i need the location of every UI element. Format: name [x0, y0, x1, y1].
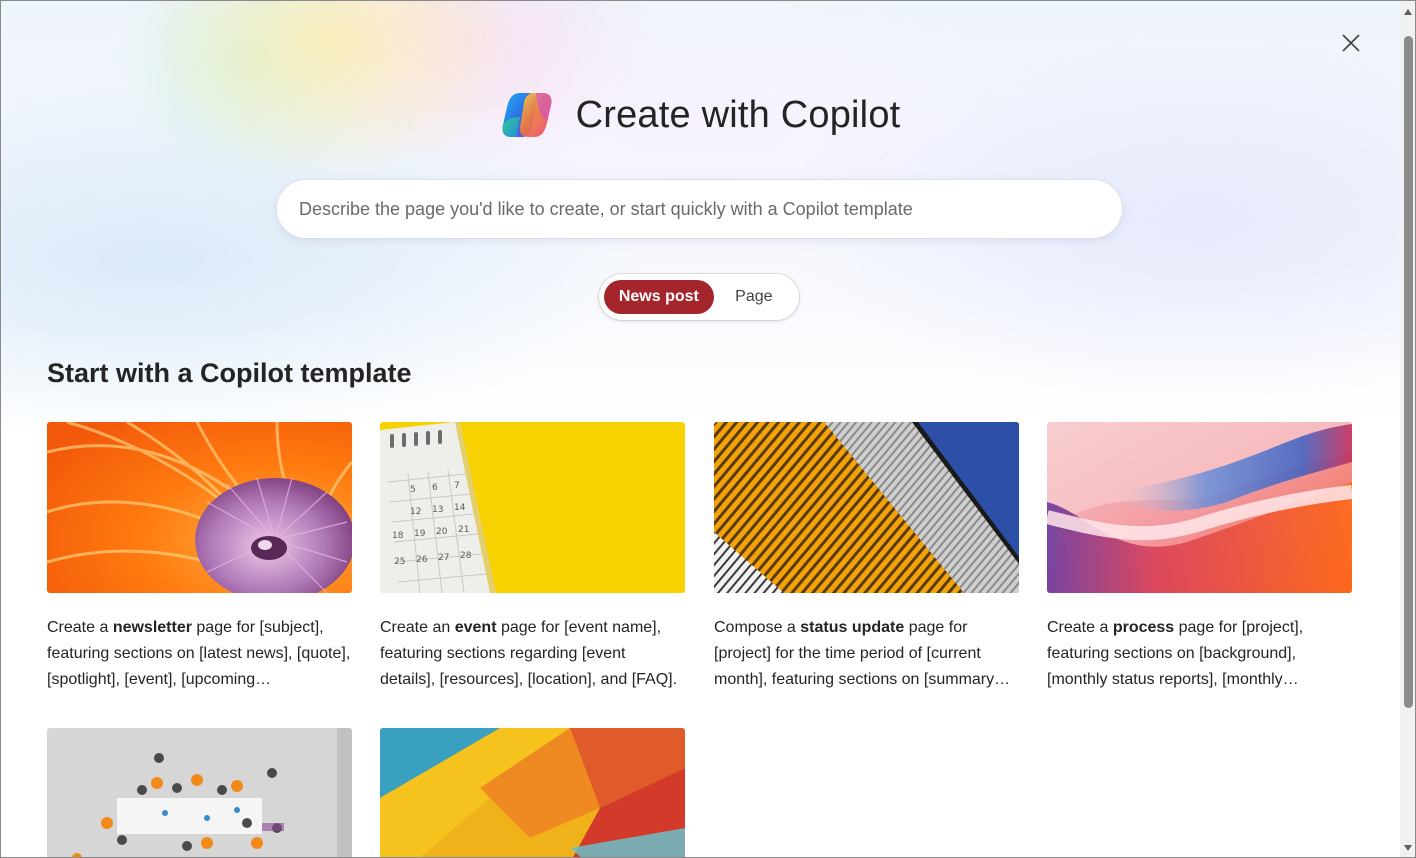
svg-text:7: 7 — [454, 481, 460, 491]
abstract-waves-image — [1047, 422, 1352, 593]
svg-text:27: 27 — [438, 553, 449, 563]
copilot-logo-icon — [502, 93, 552, 137]
dialog-header: Create with Copilot — [1, 85, 1399, 145]
calendar-on-yellow-image: 5 6 7 12 13 14 18 19 20 21 25 26 27 28 — [380, 422, 685, 593]
templates-heading: Start with a Copilot template — [47, 358, 412, 388]
scroll-down-button[interactable] — [1400, 840, 1415, 856]
template-card-process[interactable]: Create a process page for [project], fea… — [1047, 422, 1352, 693]
svg-text:26: 26 — [416, 555, 428, 565]
prompt-box — [277, 180, 1122, 238]
template-description: Create a newsletter page for [subject], … — [47, 619, 351, 688]
svg-text:28: 28 — [460, 551, 472, 561]
toggle-page[interactable]: Page — [714, 280, 794, 314]
colorful-geometric-image — [380, 728, 685, 857]
close-button[interactable] — [1337, 29, 1365, 57]
svg-text:20: 20 — [436, 527, 448, 537]
scroll-up-button[interactable] — [1400, 4, 1415, 20]
prompt-input[interactable] — [277, 180, 1122, 238]
dialog-title: Create with Copilot — [575, 93, 901, 136]
close-icon — [1342, 34, 1360, 52]
svg-text:6: 6 — [432, 483, 438, 493]
scroll-down-arrow-icon — [1404, 845, 1412, 851]
template-card-6[interactable] — [380, 728, 685, 857]
svg-text:14: 14 — [454, 503, 466, 513]
svg-text:5: 5 — [410, 485, 416, 495]
template-card-newsletter[interactable]: Create a newsletter page for [subject], … — [47, 422, 352, 693]
nautilus-shell-image — [47, 422, 352, 593]
svg-text:21: 21 — [458, 525, 469, 535]
template-description: Compose a status update page for [projec… — [714, 619, 1011, 688]
svg-text:18: 18 — [392, 531, 404, 541]
template-card-event[interactable]: 5 6 7 12 13 14 18 19 20 21 25 26 27 28 Create an e… — [380, 422, 685, 693]
svg-text:25: 25 — [394, 557, 405, 567]
scroll-up-arrow-icon — [1404, 9, 1412, 15]
building-facade-image — [714, 422, 1019, 593]
content-type-toggle: News post Page — [599, 274, 799, 320]
template-card-5[interactable] — [47, 728, 352, 857]
svg-text:19: 19 — [414, 529, 426, 539]
svg-text:13: 13 — [432, 505, 443, 515]
svg-text:12: 12 — [410, 507, 421, 517]
create-with-copilot-dialog: Create with Copilot News post Page Start… — [0, 0, 1416, 858]
scrollbar-thumb[interactable] — [1404, 36, 1413, 708]
meeting-aerial-image — [47, 728, 352, 857]
template-description: Create a process page for [project], fea… — [1047, 619, 1304, 688]
template-description: Create an event page for [event name], f… — [380, 619, 678, 688]
scrollbar[interactable] — [1400, 2, 1415, 857]
toggle-news-post[interactable]: News post — [604, 280, 714, 314]
template-card-status-update[interactable]: Compose a status update page for [projec… — [714, 422, 1019, 693]
